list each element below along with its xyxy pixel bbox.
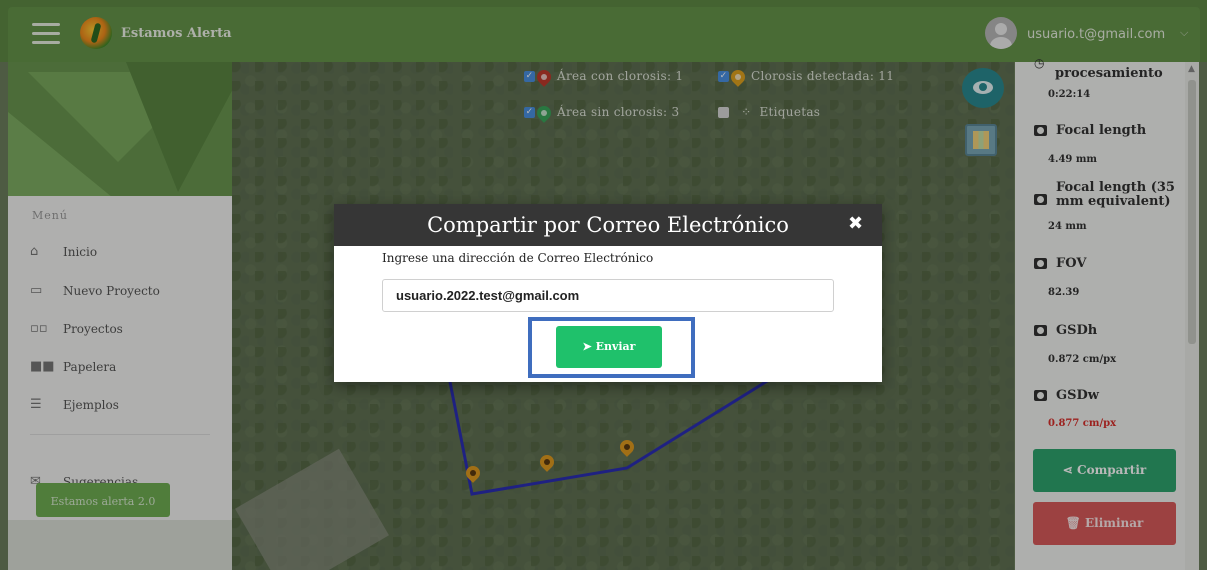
close-icon[interactable]: ✖ [848,213,863,234]
send-button[interactable]: ➤ Enviar [556,326,662,368]
modal-header: Compartir por Correo Electrónico ✖ [334,204,882,246]
email-field[interactable] [382,279,834,312]
share-email-modal: Compartir por Correo Electrónico ✖ Ingre… [334,204,882,382]
paper-plane-icon: ➤ [582,340,596,353]
email-field-label: Ingrese una dirección de Correo Electrón… [382,251,654,265]
modal-title: Compartir por Correo Electrónico [427,213,789,237]
